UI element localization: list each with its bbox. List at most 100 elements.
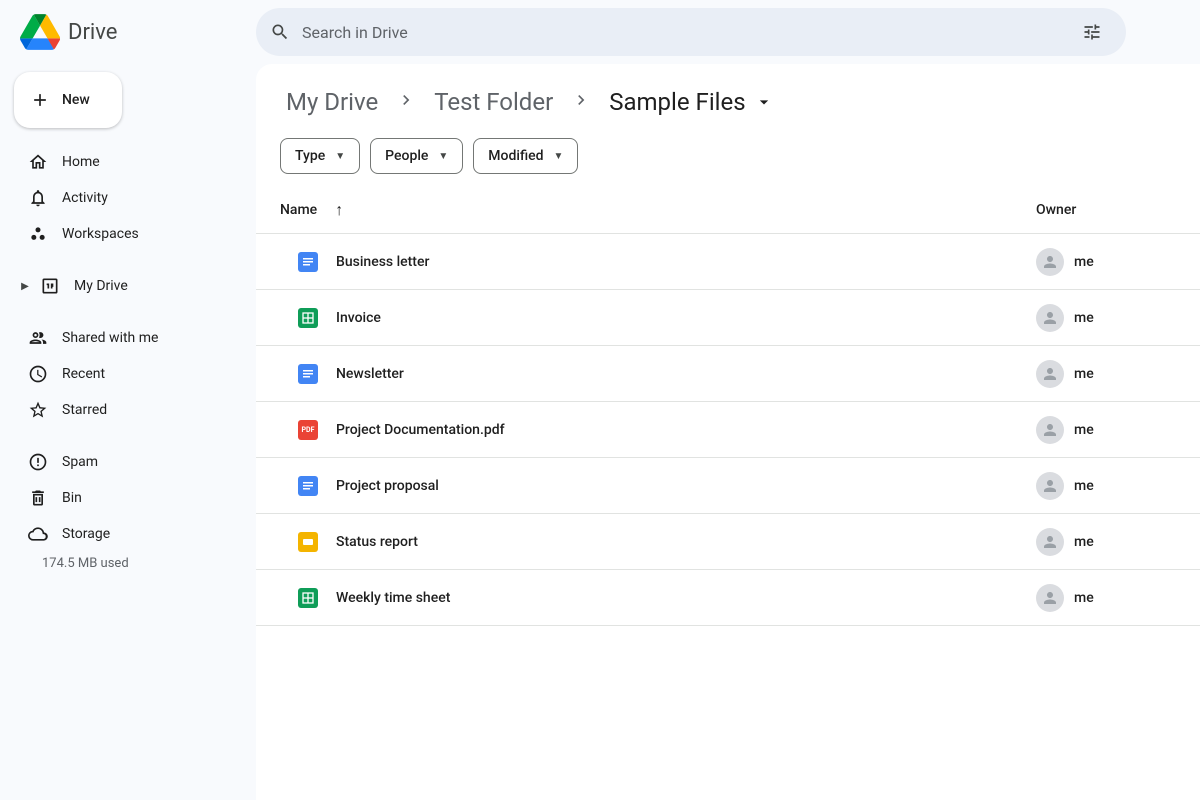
sidebar-item-label: Starred — [62, 402, 107, 418]
header: Drive Search in Drive — [0, 0, 1200, 64]
table-row[interactable]: Project proposal me — [256, 458, 1200, 514]
file-name: Business letter — [336, 254, 429, 270]
sidebar-item-label: Shared with me — [62, 330, 158, 346]
sidebar-item-activity[interactable]: Activity — [14, 180, 240, 216]
owner-label: me — [1074, 478, 1094, 494]
table-row[interactable]: PDFProject Documentation.pdfme — [256, 402, 1200, 458]
file-owner-cell: me — [1036, 360, 1176, 388]
sidebar-item-shared[interactable]: Shared with me — [14, 320, 240, 356]
search-icon — [270, 22, 290, 42]
table-row[interactable]: Invoice me — [256, 290, 1200, 346]
sidebar: New Home Activity Workspaces ▶ My Drive — [0, 64, 256, 800]
main-content: My Drive Test Folder Sample Files Type▼ … — [256, 64, 1200, 800]
file-name-cell: Status report — [280, 532, 1036, 552]
sidebar-item-home[interactable]: Home — [14, 144, 240, 180]
avatar — [1036, 360, 1064, 388]
file-owner-cell: me — [1036, 584, 1176, 612]
slides-icon — [298, 532, 318, 552]
clock-icon — [28, 364, 48, 384]
tune-icon — [1082, 22, 1102, 42]
plus-icon — [30, 90, 50, 110]
filter-chip-modified[interactable]: Modified▼ — [473, 138, 578, 174]
table-row[interactable]: Weekly time sheet me — [256, 570, 1200, 626]
sidebar-item-label: Bin — [62, 490, 82, 506]
caret-down-icon — [754, 92, 774, 112]
file-name: Project Documentation.pdf — [336, 422, 505, 438]
home-icon — [28, 152, 48, 172]
file-table: Name ↑ Owner Business lettermeInvoicemeN… — [256, 186, 1200, 626]
sidebar-item-label: Activity — [62, 190, 108, 206]
sidebar-item-starred[interactable]: Starred — [14, 392, 240, 428]
file-name-cell: Weekly time sheet — [280, 588, 1036, 608]
file-name-cell: PDFProject Documentation.pdf — [280, 420, 1036, 440]
owner-label: me — [1074, 310, 1094, 326]
sort-ascending-icon: ↑ — [335, 200, 343, 220]
column-header-name[interactable]: Name ↑ — [280, 200, 1036, 220]
filter-chip-people[interactable]: People▼ — [370, 138, 463, 174]
table-header: Name ↑ Owner — [256, 186, 1200, 234]
table-row[interactable]: Business letter me — [256, 234, 1200, 290]
new-button[interactable]: New — [14, 72, 122, 128]
avatar — [1036, 528, 1064, 556]
owner-label: me — [1074, 366, 1094, 382]
file-name: Project proposal — [336, 478, 439, 494]
sidebar-item-spam[interactable]: Spam — [14, 444, 240, 480]
shared-icon — [28, 328, 48, 348]
column-header-owner[interactable]: Owner — [1036, 202, 1176, 218]
file-owner-cell: me — [1036, 248, 1176, 276]
logo[interactable]: Drive — [16, 12, 256, 52]
avatar — [1036, 248, 1064, 276]
avatar — [1036, 584, 1064, 612]
sidebar-item-label: Storage — [62, 526, 110, 542]
filter-chip-type[interactable]: Type▼ — [280, 138, 360, 174]
cloud-icon — [28, 524, 48, 544]
file-name-cell: Invoice — [280, 308, 1036, 328]
search-options-button[interactable] — [1072, 12, 1112, 52]
docs-icon — [298, 476, 318, 496]
star-icon — [28, 400, 48, 420]
avatar — [1036, 304, 1064, 332]
trash-icon — [28, 488, 48, 508]
caret-right-icon[interactable]: ▶ — [20, 281, 30, 292]
caret-down-icon: ▼ — [335, 151, 345, 162]
sheets-icon — [298, 308, 318, 328]
file-owner-cell: me — [1036, 304, 1176, 332]
file-name-cell: Newsletter — [280, 364, 1036, 384]
table-row[interactable]: Newsletter me — [256, 346, 1200, 402]
sidebar-item-label: Workspaces — [62, 226, 139, 242]
sheets-icon — [298, 588, 318, 608]
chevron-right-icon — [565, 88, 597, 116]
storage-used: 174.5 MB used — [14, 556, 240, 571]
sidebar-item-workspaces[interactable]: Workspaces — [14, 216, 240, 252]
sidebar-item-label: My Drive — [74, 278, 128, 294]
sidebar-item-label: Recent — [62, 366, 105, 382]
sidebar-item-storage[interactable]: Storage — [14, 516, 240, 552]
file-name: Status report — [336, 534, 418, 550]
bell-icon — [28, 188, 48, 208]
file-name: Weekly time sheet — [336, 590, 450, 606]
file-name-cell: Project proposal — [280, 476, 1036, 496]
docs-icon — [298, 364, 318, 384]
caret-down-icon: ▼ — [438, 151, 448, 162]
file-name-cell: Business letter — [280, 252, 1036, 272]
breadcrumb-item[interactable]: Test Folder — [428, 84, 559, 120]
app-name: Drive — [68, 20, 117, 45]
table-row[interactable]: Status report me — [256, 514, 1200, 570]
file-name: Newsletter — [336, 366, 404, 382]
sidebar-item-label: Home — [62, 154, 100, 170]
owner-label: me — [1074, 254, 1094, 270]
drive-icon — [40, 276, 60, 296]
breadcrumb-item[interactable]: My Drive — [280, 84, 384, 120]
breadcrumb-current[interactable]: Sample Files — [603, 84, 779, 120]
avatar — [1036, 472, 1064, 500]
sidebar-item-bin[interactable]: Bin — [14, 480, 240, 516]
file-owner-cell: me — [1036, 528, 1176, 556]
search-bar[interactable]: Search in Drive — [256, 8, 1126, 56]
avatar — [1036, 416, 1064, 444]
sidebar-item-my-drive[interactable]: ▶ My Drive — [14, 268, 240, 304]
breadcrumb: My Drive Test Folder Sample Files — [256, 84, 1200, 120]
workspaces-icon — [28, 224, 48, 244]
sidebar-item-recent[interactable]: Recent — [14, 356, 240, 392]
search-input[interactable]: Search in Drive — [302, 23, 1060, 42]
drive-logo-icon — [20, 12, 60, 52]
